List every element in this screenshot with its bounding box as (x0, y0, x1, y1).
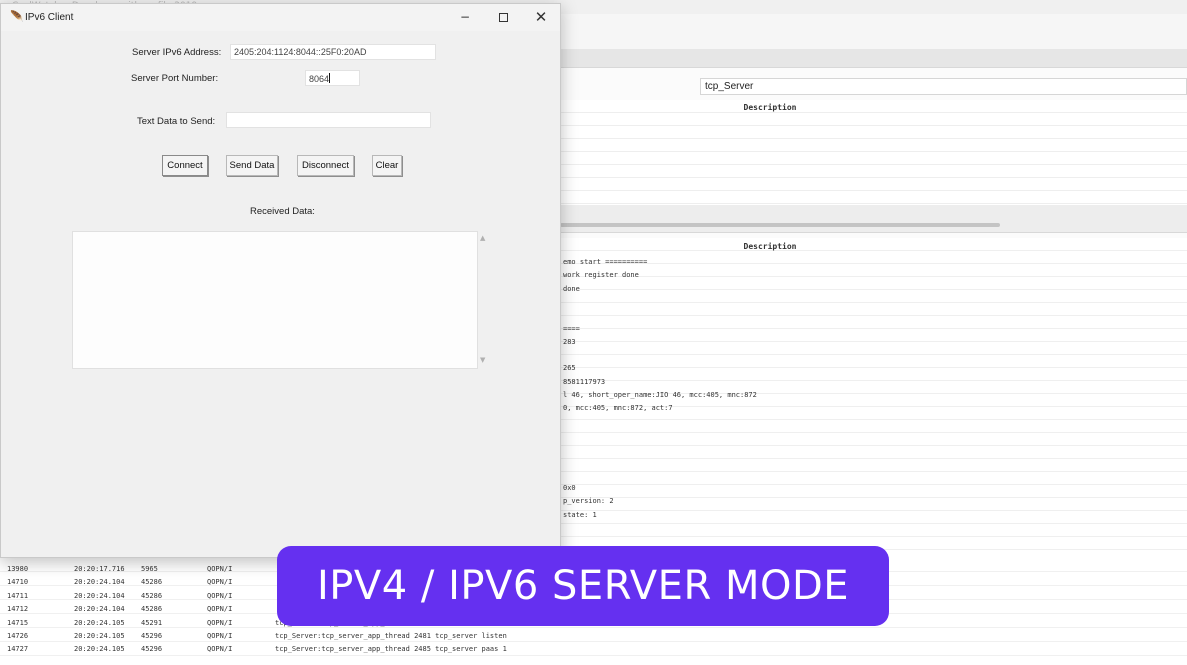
table-cell-pid: 45291 (141, 618, 163, 627)
ip-address-input[interactable]: 2405:204:1124:8044::25F0:20AD (230, 44, 436, 60)
scroll-up-icon[interactable]: ▲ (480, 234, 485, 242)
clear-button[interactable]: Clear (372, 155, 402, 176)
table-cell-tag: QOPN/I (207, 632, 233, 640)
close-button[interactable]: ✕ (523, 7, 559, 27)
table-cell-id: 13980 (7, 565, 29, 573)
pane-divider (560, 205, 1187, 233)
table-cell-pid: 45296 (141, 645, 163, 654)
disconnect-button[interactable]: Disconnect (297, 155, 354, 176)
log-line: 283 (563, 337, 576, 346)
table-cell-pid: 45286 (141, 591, 163, 600)
ip-address-label: Server IPv6 Address: (132, 47, 222, 58)
received-data-label: Received Data: (250, 206, 315, 217)
log-line: 265 (563, 364, 576, 373)
log-line: l 46, short_oper_name:JIO 46, mcc:405, m… (563, 391, 757, 399)
log-line: 0x0 (563, 484, 576, 493)
table-cell-id: 14715 (7, 618, 29, 627)
table-cell-time: 20:20:24.104 (74, 591, 125, 600)
table-cell-time: 20:20:17.716 (74, 565, 125, 573)
table-cell-pid: 5965 (141, 565, 158, 573)
table-cell-tag: QOPN/I (207, 645, 233, 654)
table-cell-tag: QOPN/I (207, 618, 233, 627)
table-row[interactable]: 14726 20:20:24.105 45296 QOPN/I tcp_Server:t… (0, 630, 1187, 643)
table-cell-time: 20:20:24.105 (74, 618, 125, 627)
table-cell-time: 20:20:24.105 (74, 632, 125, 640)
table-cell-time: 20:20:24.105 (74, 645, 125, 654)
log-line: work register done (563, 271, 639, 280)
table-row[interactable]: 14727 20:20:24.105 45296 QOPN/I tcp_Server:t… (0, 643, 1187, 656)
upper-description-header: Description (743, 103, 797, 112)
table-cell-id: 14711 (7, 591, 29, 600)
text-data-label: Text Data to Send: (137, 116, 216, 127)
close-icon: ✕ (534, 8, 548, 26)
window-titlebar[interactable]: 🪶 IPv6 Client − ✕ (1, 4, 560, 31)
window-title: IPv6 Client (25, 12, 74, 23)
log-line: 8581117973 (563, 377, 606, 386)
log-line: emo start ========== (563, 258, 648, 266)
port-number-input[interactable]: 8064 (305, 70, 360, 86)
received-data-textarea[interactable] (72, 231, 478, 369)
table-cell-tag: QOPN/I (207, 565, 233, 573)
table-cell-time: 20:20:24.104 (74, 605, 125, 614)
table-cell-tag: QOPN/I (207, 578, 233, 587)
table-cell-pid: 45286 (141, 605, 163, 614)
log-line: ==== (563, 324, 580, 333)
table-cell-msg: tcp_Server:tcp_server_app_thread 2485 tc… (275, 645, 507, 654)
table-cell-pid: 45296 (141, 632, 163, 640)
table-cell-id: 14712 (7, 605, 29, 614)
table-cell-msg: tcp_Server:tcp_server_app_thread 2481 tc… (275, 632, 507, 640)
log-line: state: 1 (563, 510, 597, 519)
log-line: p_version: 2 (563, 497, 614, 506)
upper-description-pane (560, 100, 1187, 205)
minimize-icon: − (459, 10, 471, 24)
log-line: 0, mcc:405, mnc:872, act:7 (563, 404, 673, 413)
scroll-down-icon[interactable]: ▼ (480, 356, 485, 364)
port-number-label: Server Port Number: (131, 73, 219, 84)
feather-icon: 🪶 (10, 10, 24, 23)
mode-banner: IPV4 / IPV6 SERVER MODE (277, 546, 889, 626)
table-cell-pid: 45286 (141, 578, 163, 587)
text-data-input[interactable] (226, 112, 431, 128)
minimize-button[interactable]: − (447, 7, 483, 27)
send-data-button[interactable]: Send Data (226, 155, 278, 176)
ipv6-client-window: 🪶 IPv6 Client − ✕ Server IPv6 Address: 2… (0, 3, 561, 558)
table-cell-id: 14710 (7, 578, 29, 587)
table-cell-tag: QOPN/I (207, 605, 233, 614)
table-cell-tag: QOPN/I (207, 591, 233, 600)
port-number-value: 8064 (309, 74, 330, 84)
text-caret (329, 73, 331, 83)
horizontal-scrollbar[interactable] (560, 223, 1000, 227)
filter-input[interactable]: tcp_Server (700, 78, 1187, 95)
table-cell-id: 14726 (7, 632, 29, 640)
log-description-header: Description (743, 242, 797, 251)
maximize-icon (498, 12, 508, 22)
table-cell-time: 20:20:24.104 (74, 578, 125, 587)
log-line: done (563, 284, 580, 293)
maximize-button[interactable] (485, 7, 521, 27)
table-cell-id: 14727 (7, 645, 29, 654)
connect-button[interactable]: Connect (162, 155, 208, 176)
